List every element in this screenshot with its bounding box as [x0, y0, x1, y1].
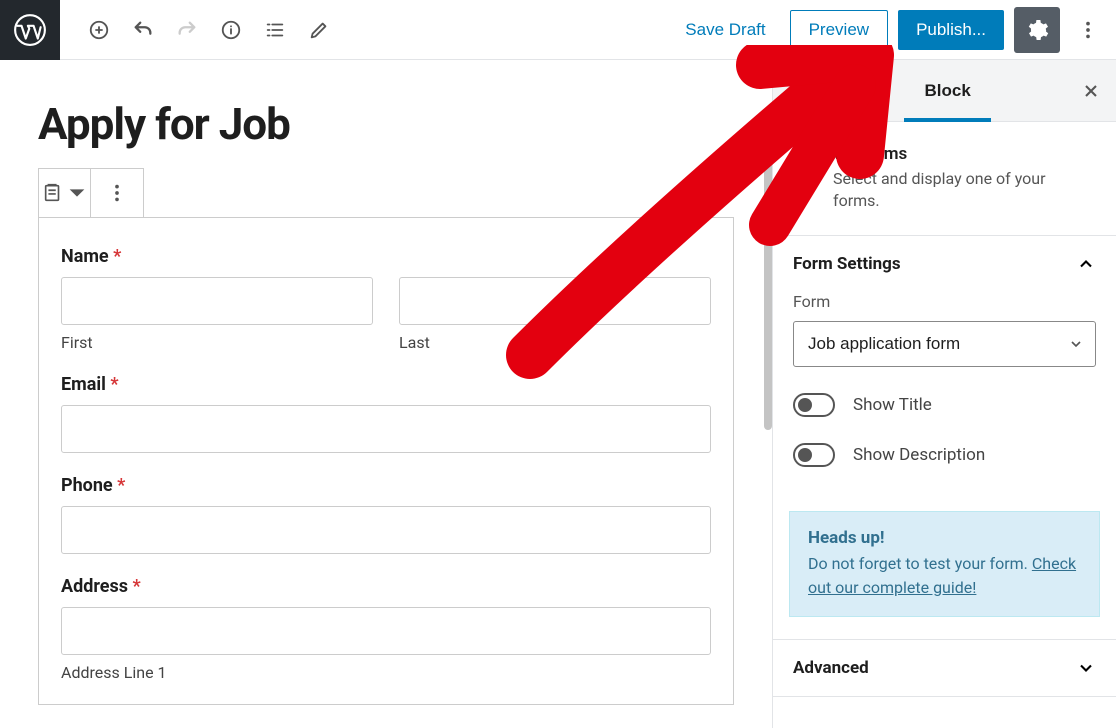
show-title-toggle[interactable] [793, 393, 835, 417]
address-line1-sublabel: Address Line 1 [61, 663, 711, 682]
preview-button[interactable]: Preview [790, 10, 888, 50]
chevron-down-icon [1076, 658, 1096, 678]
advanced-header[interactable]: Advanced [773, 640, 1116, 696]
scrollbar[interactable] [764, 130, 772, 430]
outline-button[interactable] [254, 9, 296, 51]
sidebar-tabs: Document Block [773, 60, 1116, 122]
left-tools [60, 9, 340, 51]
last-name-input[interactable] [399, 277, 711, 325]
address-label: Address * [61, 576, 711, 597]
settings-sidebar: Document Block WPForms Select and displa… [772, 60, 1116, 728]
add-block-button[interactable] [78, 9, 120, 51]
name-label: Name * [61, 246, 711, 267]
right-tools: Save Draft Preview Publish... [671, 7, 1116, 53]
block-description: Select and display one of your forms. [833, 168, 1096, 213]
form-settings-header[interactable]: Form Settings [773, 236, 1116, 292]
redo-button[interactable] [166, 9, 208, 51]
heads-up-notice: Heads up! Do not forget to test your for… [789, 511, 1100, 617]
form-select[interactable]: Job application form [793, 321, 1096, 367]
close-sidebar-button[interactable] [1066, 60, 1116, 121]
save-draft-button[interactable]: Save Draft [671, 12, 779, 48]
block-panel-header: WPForms Select and display one of your f… [773, 122, 1116, 236]
tab-block[interactable]: Block [896, 60, 998, 121]
page-title[interactable]: Apply for Job [38, 98, 734, 150]
tab-document[interactable]: Document [773, 60, 896, 121]
block-type-button[interactable] [39, 169, 91, 217]
email-input[interactable] [61, 405, 711, 453]
top-toolbar: Save Draft Preview Publish... [0, 0, 1116, 60]
form-preview: Name * First Last Email * Phone * [38, 217, 734, 705]
block-more-button[interactable] [91, 169, 143, 217]
info-button[interactable] [210, 9, 252, 51]
phone-input[interactable] [61, 506, 711, 554]
chevron-up-icon [1076, 254, 1096, 274]
undo-button[interactable] [122, 9, 164, 51]
phone-label: Phone * [61, 475, 711, 496]
settings-button[interactable] [1014, 7, 1060, 53]
first-name-input[interactable] [61, 277, 373, 325]
edit-button[interactable] [298, 9, 340, 51]
publish-button[interactable]: Publish... [898, 10, 1004, 50]
editor-canvas: Apply for Job Name * First [0, 60, 772, 728]
wpforms-icon [793, 146, 819, 172]
first-sublabel: First [61, 333, 373, 352]
wordpress-logo[interactable] [0, 0, 60, 60]
notice-text: Do not forget to test your form. [808, 554, 1028, 573]
block-toolbar [38, 168, 144, 217]
form-select-label: Form [793, 292, 1096, 311]
show-description-label: Show Description [853, 445, 985, 465]
show-title-label: Show Title [853, 395, 932, 415]
notice-title: Heads up! [808, 528, 1081, 548]
email-label: Email * [61, 374, 711, 395]
block-name: WPForms [833, 144, 1096, 164]
show-description-toggle[interactable] [793, 443, 835, 467]
last-sublabel: Last [399, 333, 711, 352]
more-options-button[interactable] [1070, 7, 1106, 53]
address-line1-input[interactable] [61, 607, 711, 655]
